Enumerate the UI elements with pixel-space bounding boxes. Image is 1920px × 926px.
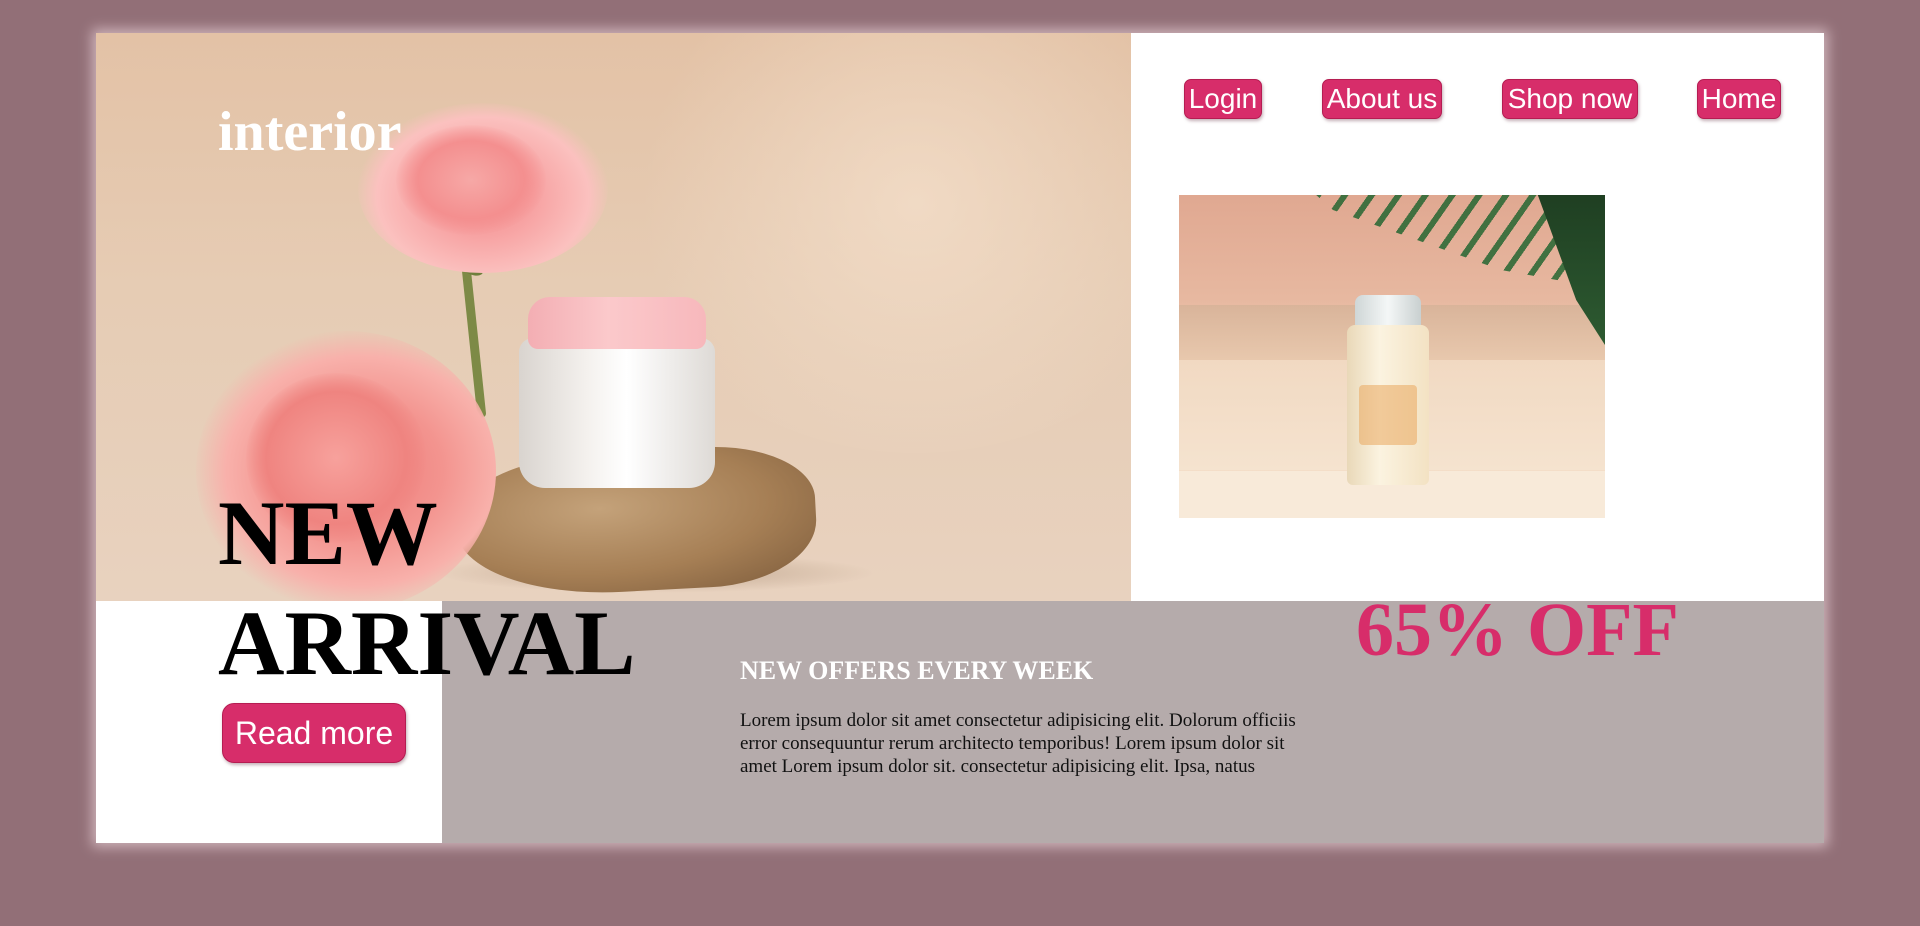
offers-title: NEW OFFERS EVERY WEEK — [740, 656, 1094, 685]
nav-shop-now-button[interactable]: Shop now — [1502, 79, 1638, 119]
product-image — [1179, 195, 1605, 518]
hero-headline: NEW ARRIVAL — [218, 478, 636, 698]
read-more-button[interactable]: Read more — [222, 703, 406, 763]
nav-home-button[interactable]: Home — [1697, 79, 1781, 119]
cream-jar-lid — [528, 297, 706, 349]
site-logo[interactable]: interior — [218, 99, 401, 166]
nav-about-us-button[interactable]: About us — [1322, 79, 1442, 119]
nav-login-button[interactable]: Login — [1184, 79, 1262, 119]
hero-headline-line2: ARRIVAL — [218, 592, 636, 694]
discount-label: 65% OFF — [1356, 588, 1679, 672]
sunscreen-bottle-label — [1359, 385, 1417, 445]
rose-flower-top-center — [396, 125, 546, 235]
landing-card: interior Login About us Shop now Home 65… — [96, 33, 1824, 843]
hero-headline-line1: NEW — [218, 482, 438, 584]
offers-description: Lorem ipsum dolor sit amet consectetur a… — [740, 710, 1296, 777]
cream-jar — [519, 338, 715, 488]
